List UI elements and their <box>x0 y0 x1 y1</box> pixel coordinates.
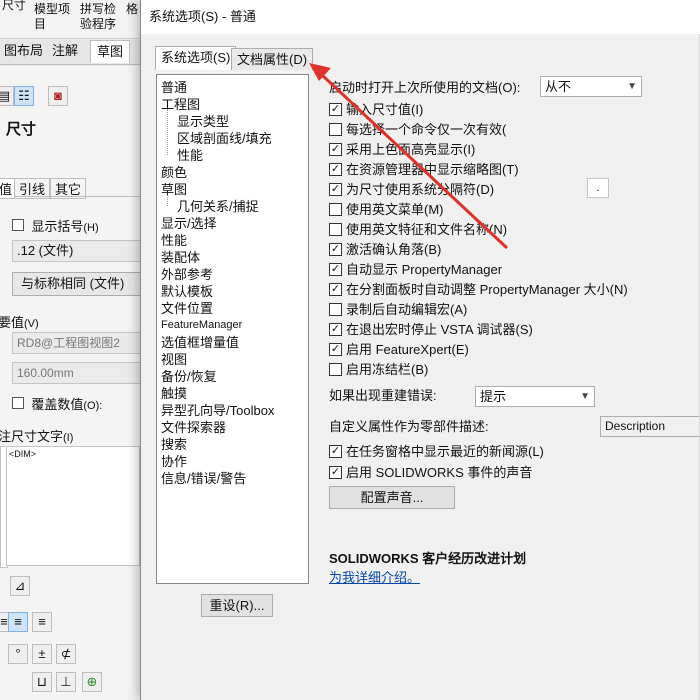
system-options-dialog: 系统选项(S) - 普通 系统选项(S) 文档属性(D) 普通 工程图 显示类型 区域… <box>140 0 700 700</box>
feature-tree-icon[interactable]: ▤ <box>0 86 14 106</box>
dim-ref-field[interactable]: RD8@工程图视图2 <box>12 332 142 354</box>
edit-text-icon[interactable]: ⊿ <box>10 576 30 596</box>
symbol-more[interactable]: ⊕ <box>82 672 102 692</box>
panel-subtabs: 值 引线 其它 <box>0 176 140 199</box>
dim-value-field[interactable]: 160.00mm <box>12 362 142 384</box>
align-center-icon[interactable]: ≡ <box>8 612 28 632</box>
subtab-leader[interactable]: 引线 <box>14 178 51 199</box>
ribbon-item[interactable]: 拼写检 验程序 <box>80 2 116 32</box>
dim-text-heading: 注尺寸文字(I) <box>0 429 74 444</box>
annotation-arrow <box>309 63 509 250</box>
symbol-degree[interactable]: ° <box>8 644 28 664</box>
command-tabs: 图布局 注解 草图 <box>0 40 145 65</box>
symbol-plusminus[interactable]: ± <box>32 644 52 664</box>
ribbon-item[interactable]: 格 <box>126 2 138 17</box>
checkbox-box[interactable] <box>12 397 24 409</box>
tab-layout[interactable]: 图布局 <box>0 40 49 62</box>
show-brackets-label: 显示括号 <box>31 219 84 234</box>
property-icon[interactable]: ☷ <box>14 86 34 106</box>
symbol-depth[interactable]: ⊥ <box>56 672 76 692</box>
tab-sketch[interactable]: 草图 <box>90 40 131 63</box>
symbol-counterbore[interactable]: ⊔ <box>32 672 52 692</box>
checkbox-box[interactable] <box>12 219 24 231</box>
panel-title: 尺寸 <box>6 121 37 138</box>
override-checkbox[interactable]: 覆盖数值(O): <box>12 394 102 413</box>
precision-select[interactable]: .12 (文件) <box>12 240 142 262</box>
tab-annotation[interactable]: 注解 <box>46 40 84 62</box>
same-as-nominal-button[interactable]: 与标称相同 (文件) <box>12 272 142 296</box>
dim-text-area[interactable]: <DIM> <box>6 446 140 566</box>
align-right-icon[interactable]: ≡ <box>32 612 52 632</box>
ribbon-item[interactable]: 模型项 目 <box>34 2 70 32</box>
subtab-other[interactable]: 其它 <box>50 178 87 199</box>
show-brackets-checkbox[interactable]: 显示括号(H) <box>12 216 99 235</box>
primary-value-heading: 要值(V) <box>0 315 39 330</box>
ribbon-item[interactable]: 尺寸 <box>2 0 26 13</box>
config-icon[interactable]: ◙ <box>48 86 68 106</box>
symbol-centerline[interactable]: ⊄ <box>56 644 76 664</box>
property-manager: ▤ ☷ ◙ 尺寸 值 引线 其它 显示括号(H) .12 (文件) 与标称相同 … <box>0 66 146 700</box>
subtab-value[interactable]: 值 <box>0 178 16 199</box>
